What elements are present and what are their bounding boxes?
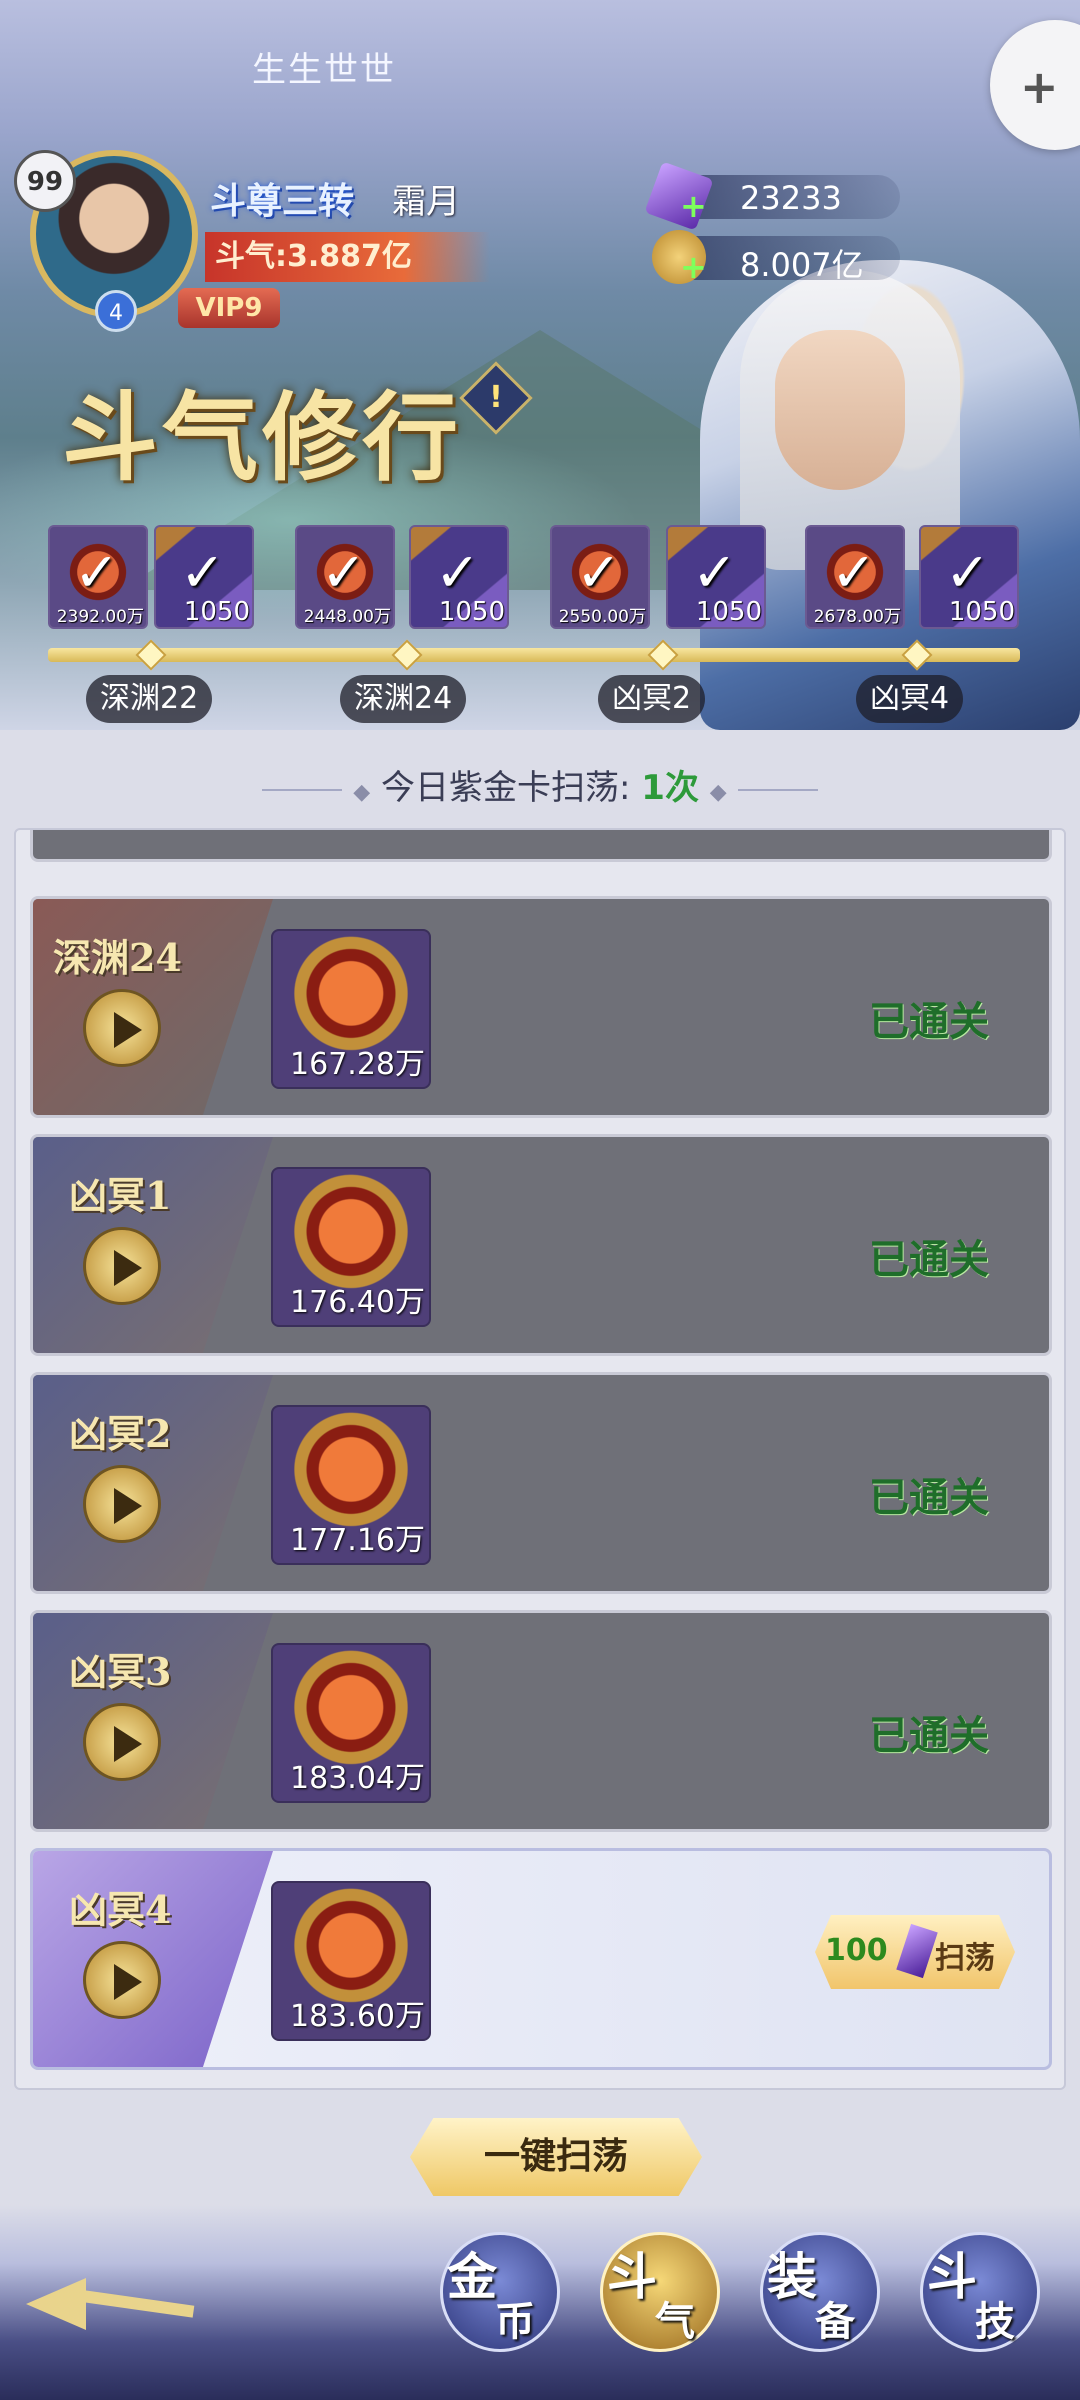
app-title: 生生世世 xyxy=(252,50,396,90)
stage-card[interactable]: 凶冥3 183.04万 已通关 xyxy=(30,1610,1052,1832)
stage-card[interactable]: 凶冥1 176.40万 已通关 xyxy=(30,1134,1052,1356)
check-icon: ✓ xyxy=(831,541,877,604)
sweep-button[interactable]: 100 扫荡 xyxy=(815,1915,1015,1989)
milestone-label: 深渊22 xyxy=(86,675,213,723)
sweep-count-info: ◆ 今日紫金卡扫荡: 1次 ◆ xyxy=(0,760,1080,809)
stage-name: 深渊24 xyxy=(53,935,182,980)
play-icon[interactable] xyxy=(83,1941,161,2019)
stage-card-current[interactable]: 凶冥4 183.60万 100 扫荡 xyxy=(30,1848,1052,2070)
stage-name: 凶冥4 xyxy=(69,1887,172,1932)
divider xyxy=(262,788,343,791)
player-rank-title: 斗尊三转 xyxy=(210,181,355,222)
nav-skills[interactable]: 斗技 xyxy=(920,2232,1040,2352)
play-icon[interactable] xyxy=(83,1227,161,1305)
add-gem-icon[interactable]: + xyxy=(680,187,707,225)
orb-reward[interactable]: ✓ 2392.00万 xyxy=(48,525,148,629)
reward-orb[interactable]: 183.60万 xyxy=(271,1881,431,2041)
gold-amount: 8.007亿 xyxy=(740,246,864,284)
orb-reward[interactable]: ✓ 2448.00万 xyxy=(295,525,395,629)
nav-gold-coins[interactable]: 金币 xyxy=(440,2232,560,2352)
cleared-status: 已通关 xyxy=(869,1236,989,1283)
crystal-reward[interactable]: ✓ 1050 xyxy=(409,525,509,629)
gem-resource[interactable]: + 23233 xyxy=(644,161,900,231)
stage-list[interactable]: 深渊24 167.28万 已通关 凶冥1 176.40万 已通关 凶冥2 177… xyxy=(14,828,1066,2090)
milestone-label: 深渊24 xyxy=(340,675,467,723)
milestone-label: 凶冥2 xyxy=(598,675,706,723)
sweep-cost: 100 xyxy=(825,1933,888,1968)
diamond-icon: ◆ xyxy=(353,780,371,805)
check-icon: ✓ xyxy=(692,541,738,604)
stage-name: 凶冥2 xyxy=(69,1411,172,1456)
sweep-count-value: 1次 xyxy=(641,768,699,808)
crystal-reward[interactable]: ✓ 1050 xyxy=(666,525,766,629)
stage-name: 凶冥3 xyxy=(69,1649,172,1694)
check-icon: ✓ xyxy=(945,541,991,604)
section-title: 斗气修行 xyxy=(62,381,462,494)
check-icon: ✓ xyxy=(74,541,120,604)
play-icon[interactable] xyxy=(83,1465,161,1543)
diamond-icon: ◆ xyxy=(709,780,727,805)
sweep-button-label: 扫荡 xyxy=(935,1941,995,1976)
combat-power: 斗气:3.887亿 xyxy=(205,232,490,282)
stage-card[interactable]: 凶冥2 177.16万 已通关 xyxy=(30,1372,1052,1594)
gem-amount: 23233 xyxy=(740,179,842,217)
gold-resource[interactable]: + 8.007亿 xyxy=(652,230,900,286)
check-icon: ✓ xyxy=(576,541,622,604)
reward-orb[interactable]: 183.04万 xyxy=(271,1643,431,1803)
orb-reward[interactable]: ✓ 2550.00万 xyxy=(550,525,650,629)
check-icon: ✓ xyxy=(435,541,481,604)
gamepad-icon: + xyxy=(1020,60,1059,114)
hero-face-art xyxy=(775,330,905,490)
divider xyxy=(737,788,818,791)
orb-reward[interactable]: ✓ 2678.00万 xyxy=(805,525,905,629)
vip-badge[interactable]: VIP9 xyxy=(178,288,280,328)
add-gold-icon[interactable]: + xyxy=(680,248,707,286)
back-arrow-icon[interactable] xyxy=(26,2268,196,2338)
stage-name: 凶冥1 xyxy=(69,1173,172,1218)
check-icon: ✓ xyxy=(321,541,367,604)
milestone-label: 凶冥4 xyxy=(856,675,964,723)
crystal-reward[interactable]: ✓ 1050 xyxy=(154,525,254,629)
reward-orb[interactable]: 176.40万 xyxy=(271,1167,431,1327)
nav-douqi[interactable]: 斗气 xyxy=(600,2232,720,2352)
progress-track xyxy=(48,648,1020,662)
cleared-status: 已通关 xyxy=(869,998,989,1045)
reward-orb[interactable]: 177.16万 xyxy=(271,1405,431,1565)
reward-orb[interactable]: 167.28万 xyxy=(271,929,431,1089)
check-icon: ✓ xyxy=(180,541,226,604)
cleared-status: 已通关 xyxy=(869,1474,989,1521)
play-icon[interactable] xyxy=(83,989,161,1067)
play-icon[interactable] xyxy=(83,1703,161,1781)
stage-card-partial xyxy=(30,830,1052,862)
cleared-status: 已通关 xyxy=(869,1712,989,1759)
stage-card[interactable]: 深渊24 167.28万 已通关 xyxy=(30,896,1052,1118)
nav-equipment[interactable]: 装备 xyxy=(760,2232,880,2352)
crystal-reward[interactable]: ✓ 1050 xyxy=(919,525,1019,629)
player-level-badge: 99 xyxy=(14,150,76,212)
player-name: 霜月 xyxy=(392,182,460,222)
one-key-sweep-button[interactable]: 一键扫荡 xyxy=(410,2118,702,2196)
star-rank-badge: 4 xyxy=(95,290,137,332)
sweep-count-label: 今日紫金卡扫荡: xyxy=(381,768,631,808)
purple-gem-icon xyxy=(896,1923,938,1979)
